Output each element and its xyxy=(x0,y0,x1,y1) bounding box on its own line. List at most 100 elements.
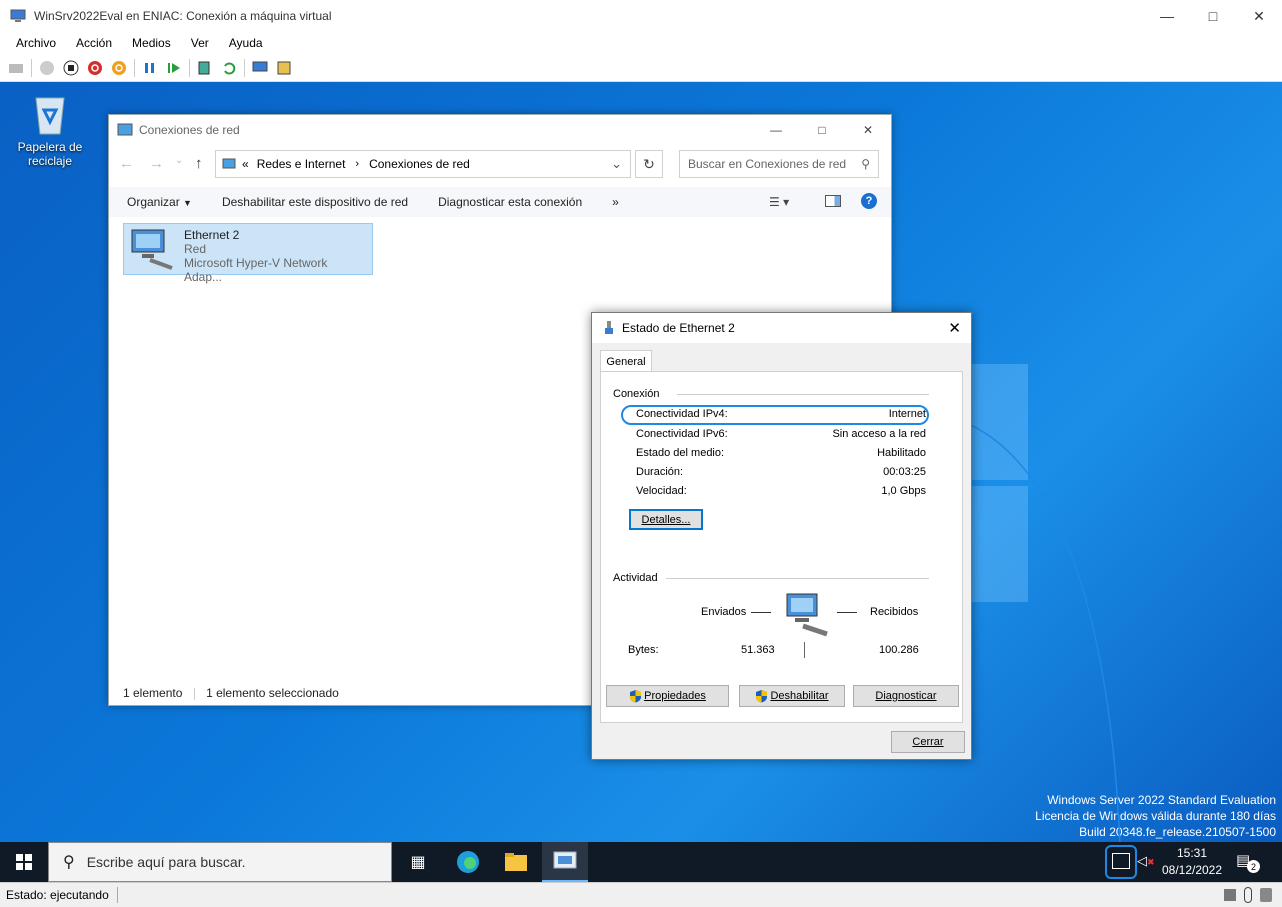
close-button[interactable]: ✕ xyxy=(1236,0,1282,32)
pause-icon[interactable] xyxy=(141,59,159,77)
organize-button[interactable]: Organizar ▼ xyxy=(109,195,207,209)
connection-header-label: Conexión xyxy=(613,388,660,400)
taskbar: ⚲ Escribe aquí para buscar. ▦ ◁✖ 15:31 0… xyxy=(0,842,1282,882)
network-adapter-icon xyxy=(131,229,173,270)
explorer-maximize-button[interactable]: □ xyxy=(799,115,845,145)
more-commands-button[interactable]: » xyxy=(597,195,634,209)
tray-clock[interactable]: 15:31 08/12/2022 xyxy=(1160,845,1224,879)
taskbar-search-input[interactable]: Escribe aquí para buscar. xyxy=(87,854,246,870)
ethernet-2-item[interactable]: Ethernet 2 Red Microsoft Hyper-V Network… xyxy=(123,223,373,284)
back-arrow-icon[interactable]: ← xyxy=(119,155,134,172)
revert-icon[interactable] xyxy=(220,59,238,77)
network-connections-taskbar-button[interactable] xyxy=(542,842,588,882)
ipv6-row: Conectividad IPv6: Sin acceso a la red xyxy=(636,428,926,440)
breadcrumb-item[interactable]: Redes e Internet xyxy=(257,157,346,171)
clock-time: 15:31 xyxy=(1176,846,1208,860)
activity-header-label: Actividad xyxy=(613,572,658,584)
windows-logo-pane xyxy=(972,364,1028,480)
disable-button[interactable]: Deshabilitar xyxy=(739,685,845,707)
bytes-label: Bytes: xyxy=(628,644,659,656)
notification-center-button[interactable]: ▤ 2 xyxy=(1236,851,1260,873)
vm-toolbar xyxy=(0,54,1282,82)
menu-accion[interactable]: Acción xyxy=(66,36,122,50)
sent-line xyxy=(751,612,771,613)
recycle-bin[interactable]: Papelera de reciclaje xyxy=(14,92,86,168)
tab-panel: Conexión Conectividad IPv4: Internet Cone… xyxy=(600,371,963,723)
start-button[interactable] xyxy=(0,842,48,882)
checkpoint-icon[interactable] xyxy=(196,59,214,77)
breadcrumb-separator-icon[interactable]: › xyxy=(355,158,359,170)
search-input[interactable]: Buscar en Conexiones de red xyxy=(688,157,846,171)
view-options-icon[interactable]: ☰ ▾ xyxy=(769,195,789,209)
start-vm-icon[interactable] xyxy=(38,59,56,77)
explorer-minimize-button[interactable]: — xyxy=(753,115,799,145)
menu-medios[interactable]: Medios xyxy=(122,36,181,50)
vm-status-text: Estado: ejecutando xyxy=(6,888,109,902)
watermark-line: Licencia de Windows válida durante 180 d… xyxy=(1035,809,1276,823)
details-button[interactable]: Detalles... xyxy=(629,509,703,530)
taskbar-search-box[interactable]: ⚲ Escribe aquí para buscar. xyxy=(48,842,392,882)
shutdown-icon[interactable] xyxy=(86,59,104,77)
menu-archivo[interactable]: Archivo xyxy=(6,36,66,50)
explorer-title: Conexiones de red xyxy=(139,123,240,137)
up-arrow-icon[interactable]: ↑ xyxy=(195,155,203,172)
help-icon[interactable]: ? xyxy=(861,193,877,209)
search-icon: ⚲ xyxy=(63,854,75,871)
forward-arrow-icon[interactable]: → xyxy=(149,155,164,172)
windows-logo-pane xyxy=(972,486,1028,602)
share-icon[interactable] xyxy=(275,59,293,77)
diagnose-button[interactable]: Diagnosticar xyxy=(853,685,959,707)
network-folder-icon xyxy=(117,123,133,136)
address-bar[interactable]: « Redes e Internet › Conexiones de red ⌄ xyxy=(215,150,631,178)
explorer-close-button[interactable]: ✕ xyxy=(845,115,891,145)
breadcrumb-item[interactable]: Conexiones de red xyxy=(369,157,470,171)
tray-network-icon[interactable] xyxy=(1112,853,1130,869)
refresh-icon: ↻ xyxy=(643,155,655,172)
row-value: Habilitado xyxy=(877,447,926,459)
tab-general[interactable]: General xyxy=(600,350,652,372)
turn-off-icon[interactable] xyxy=(62,59,80,77)
dialog-close-icon[interactable]: ✕ xyxy=(948,319,961,337)
tray-volume-muted-icon[interactable]: ◁✖ xyxy=(1137,853,1155,869)
selected-count: 1 elemento seleccionado xyxy=(206,686,339,700)
adapter-name: Ethernet 2 xyxy=(183,228,240,242)
speed-row: Velocidad: 1,0 Gbps xyxy=(636,485,926,497)
breadcrumb-prefix[interactable]: « xyxy=(242,157,249,171)
status-separator xyxy=(193,687,195,700)
task-view-button[interactable]: ▦ xyxy=(398,842,438,882)
address-dropdown-icon[interactable]: ⌄ xyxy=(611,156,622,172)
enhanced-session-icon[interactable] xyxy=(251,59,269,77)
item-count: 1 elemento xyxy=(123,686,183,700)
menu-ver[interactable]: Ver xyxy=(181,36,219,50)
properties-label: Propiedades xyxy=(644,690,706,702)
row-value: Internet xyxy=(888,408,926,420)
file-explorer-button[interactable] xyxy=(494,842,538,882)
vm-window-title: WinSrv2022Eval en ENIAC: Conexión a máqu… xyxy=(34,9,332,23)
properties-button[interactable]: Propiedades xyxy=(606,685,729,707)
menu-ayuda[interactable]: Ayuda xyxy=(219,36,273,50)
maximize-button[interactable]: □ xyxy=(1190,0,1236,32)
recent-dropdown-icon[interactable]: ⌄ xyxy=(175,155,183,166)
activity-section-header: Actividad xyxy=(613,572,658,584)
chevron-down-icon: ▼ xyxy=(183,198,192,208)
search-icon: ⚲ xyxy=(861,157,870,171)
search-box[interactable]: Buscar en Conexiones de red ⚲ xyxy=(679,150,879,178)
diagnose-connection-button[interactable]: Diagnosticar esta conexión xyxy=(423,195,597,209)
preview-pane-icon[interactable] xyxy=(825,195,841,207)
windows-watermark: Windows Server 2022 Standard Evaluation … xyxy=(1035,792,1276,840)
close-dialog-button[interactable]: Cerrar xyxy=(891,731,965,753)
minimize-button[interactable]: — xyxy=(1144,0,1190,32)
dialog-title: Estado de Ethernet 2 xyxy=(622,321,735,335)
edge-button[interactable] xyxy=(446,842,490,882)
disable-device-button[interactable]: Deshabilitar este dispositivo de red xyxy=(207,195,423,209)
adapter-network: Red xyxy=(183,242,206,256)
row-value: Sin acceso a la red xyxy=(832,428,926,440)
details-button-label: Detalles... xyxy=(641,513,691,526)
close-dialog-label: Cerrar xyxy=(912,736,944,748)
folder-icon xyxy=(505,853,527,871)
refresh-button[interactable]: ↻ xyxy=(635,150,663,178)
ctrl-alt-del-icon[interactable] xyxy=(7,59,25,77)
command-bar: Organizar ▼ Deshabilitar este dispositiv… xyxy=(109,187,891,217)
save-state-icon[interactable] xyxy=(110,59,128,77)
resume-icon[interactable] xyxy=(165,59,183,77)
